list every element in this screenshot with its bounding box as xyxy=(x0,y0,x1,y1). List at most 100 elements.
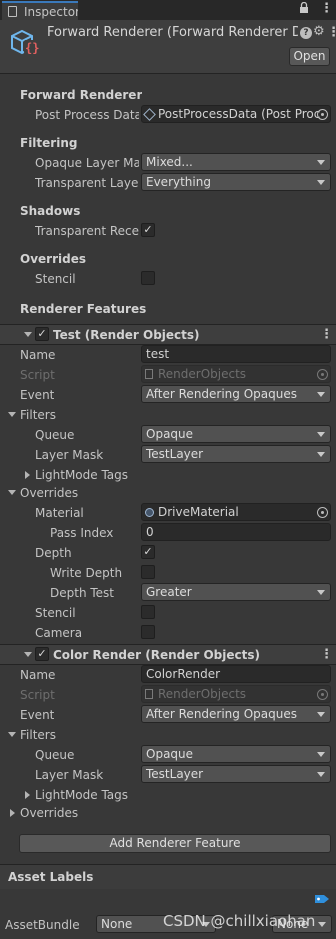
feature2-layer-mask-label: Layer Mask xyxy=(35,768,104,782)
feature2-queue-label: Queue xyxy=(35,748,75,762)
feature1-camera-checkbox[interactable] xyxy=(141,625,155,639)
feature1-filters-foldout-icon[interactable] xyxy=(8,412,16,417)
chevron-down-icon xyxy=(317,452,325,457)
transparent-layer-dropdown[interactable]: Everything xyxy=(141,173,331,191)
watermark: CSDN @chillxiaohan xyxy=(163,912,316,930)
feature1-script-field: RenderObjects xyxy=(141,365,331,383)
feature1-material-label: Material xyxy=(35,506,84,520)
feature1-depth-label: Depth xyxy=(35,546,72,560)
feature1-lightmode-label[interactable]: LightMode Tags xyxy=(35,467,128,483)
overrides-header: Overrides xyxy=(20,252,86,266)
feature1-stencil-label: Stencil xyxy=(35,606,76,620)
feature1-lightmode-foldout-icon[interactable] xyxy=(25,471,30,479)
feature2-script-value: RenderObjects xyxy=(158,687,247,701)
feature1-script-picker-icon xyxy=(317,369,328,380)
feature1-layer-mask-label: Layer Mask xyxy=(35,448,104,462)
open-button[interactable]: Open xyxy=(289,47,330,66)
feature2-event-value: After Rendering Opaques xyxy=(146,707,297,721)
feature1-event-dropdown[interactable]: After Rendering Opaques xyxy=(141,385,331,403)
transparent-receive-label: Transparent Recei xyxy=(35,224,139,238)
feature1-title: Test (Render Objects) xyxy=(53,328,200,342)
feature1-queue-label: Queue xyxy=(35,428,75,442)
feature2-enabled-checkbox[interactable]: ✓ xyxy=(35,647,49,661)
feature1-layer-mask-value: TestLayer xyxy=(146,447,204,461)
feature2-name-input[interactable]: ColorRender xyxy=(141,665,331,683)
feature1-stencil-checkbox[interactable] xyxy=(141,605,155,619)
feature2-name-label: Name xyxy=(20,668,56,682)
feature1-depth-test-label: Depth Test xyxy=(50,586,114,600)
feature1-overrides-label[interactable]: Overrides xyxy=(20,485,78,501)
feature1-depth-checkbox[interactable]: ✓ xyxy=(141,545,155,559)
feature1-write-depth-checkbox[interactable] xyxy=(141,565,155,579)
asset-title: Forward Renderer (Forward Renderer D xyxy=(47,25,298,40)
transparent-receive-checkbox[interactable]: ✓ xyxy=(141,223,155,237)
add-renderer-feature-button[interactable]: Add Renderer Feature xyxy=(19,834,331,853)
feature2-foldout-icon[interactable] xyxy=(24,652,32,657)
header-divider xyxy=(0,73,336,74)
feature2-menu-icon[interactable]: ⋮ xyxy=(320,648,333,661)
filtering-header: Filtering xyxy=(20,136,78,150)
feature1-layer-mask-dropdown[interactable]: TestLayer xyxy=(141,445,331,463)
feature2-filters-foldout-icon[interactable] xyxy=(8,732,16,737)
feature1-material-field[interactable]: DriveMaterial xyxy=(141,503,331,521)
feature1-name-input[interactable]: test xyxy=(141,345,331,363)
feature1-name-value: test xyxy=(146,347,170,361)
feature2-script-label: Script xyxy=(20,688,55,702)
feature2-queue-dropdown[interactable]: Opaque xyxy=(141,745,331,763)
post-process-field[interactable]: PostProcessData (Post Proc xyxy=(141,105,331,123)
lock-icon[interactable] xyxy=(299,2,309,14)
chevron-down-icon xyxy=(317,432,325,437)
opaque-layer-label: Opaque Layer Mas xyxy=(35,156,139,170)
chevron-down-icon xyxy=(317,392,325,397)
chevron-down-icon xyxy=(317,752,325,757)
chevron-down-icon xyxy=(317,590,325,595)
post-process-label: Post Process Data xyxy=(35,108,139,122)
feature2-event-dropdown[interactable]: After Rendering Opaques xyxy=(141,705,331,723)
stencil-checkbox[interactable] xyxy=(141,271,155,285)
feature2-lightmode-label[interactable]: LightMode Tags xyxy=(35,787,128,803)
transparent-layer-value: Everything xyxy=(146,175,211,189)
inspector-tab-icon xyxy=(8,6,17,17)
script-file-icon xyxy=(145,689,153,699)
feature1-depth-test-value: Greater xyxy=(146,585,192,599)
chevron-down-icon xyxy=(317,160,325,165)
header-more-icon[interactable]: ⋮ xyxy=(327,26,336,39)
chevron-down-icon xyxy=(317,180,325,185)
feature1-foldout-icon[interactable] xyxy=(24,332,32,337)
assetbundle-value: None xyxy=(101,917,133,931)
feature2-lightmode-foldout-icon[interactable] xyxy=(25,791,30,799)
feature2-filters-label[interactable]: Filters xyxy=(20,727,56,743)
forward-renderer-header: Forward Renderer xyxy=(20,88,143,102)
settings-icon[interactable]: ⚙ xyxy=(313,24,325,39)
feature1-event-label: Event xyxy=(20,388,55,402)
stencil-label: Stencil xyxy=(35,272,76,286)
renderer-features-header: Renderer Features xyxy=(20,302,147,316)
feature2-overrides-foldout-icon[interactable] xyxy=(10,809,15,817)
renderer-asset-icon: {} xyxy=(8,26,40,58)
svg-text:{}: {} xyxy=(25,41,39,55)
material-icon xyxy=(145,508,154,517)
feature2-overrides-label[interactable]: Overrides xyxy=(20,805,78,821)
feature1-queue-dropdown[interactable]: Opaque xyxy=(141,425,331,443)
feature1-overrides-foldout-icon[interactable] xyxy=(8,490,16,495)
opaque-layer-value: Mixed... xyxy=(146,155,193,169)
feature1-camera-label: Camera xyxy=(35,626,83,640)
help-icon[interactable]: ? xyxy=(300,27,312,39)
post-process-picker-icon[interactable] xyxy=(317,109,328,120)
feature1-pass-index-input[interactable]: 0 xyxy=(141,523,331,541)
window-menu-icon[interactable]: ⋮ xyxy=(320,2,333,15)
feature1-menu-icon[interactable]: ⋮ xyxy=(320,328,333,341)
tab-inspector[interactable]: Inspector xyxy=(2,1,78,20)
chevron-down-icon xyxy=(318,922,326,927)
asset-labels-header: Asset Labels xyxy=(8,870,94,884)
feature2-layer-mask-dropdown[interactable]: TestLayer xyxy=(141,765,331,783)
feature1-filters-label[interactable]: Filters xyxy=(20,407,56,423)
feature1-material-picker-icon[interactable] xyxy=(317,507,328,518)
feature1-enabled-checkbox[interactable]: ✓ xyxy=(35,327,49,341)
label-tag-icon[interactable] xyxy=(314,893,330,905)
feature2-script-field: RenderObjects xyxy=(141,685,331,703)
feature1-depth-test-dropdown[interactable]: Greater xyxy=(141,583,331,601)
feature2-name-value: ColorRender xyxy=(146,667,221,681)
opaque-layer-dropdown[interactable]: Mixed... xyxy=(141,153,331,171)
feature1-name-label: Name xyxy=(20,348,56,362)
